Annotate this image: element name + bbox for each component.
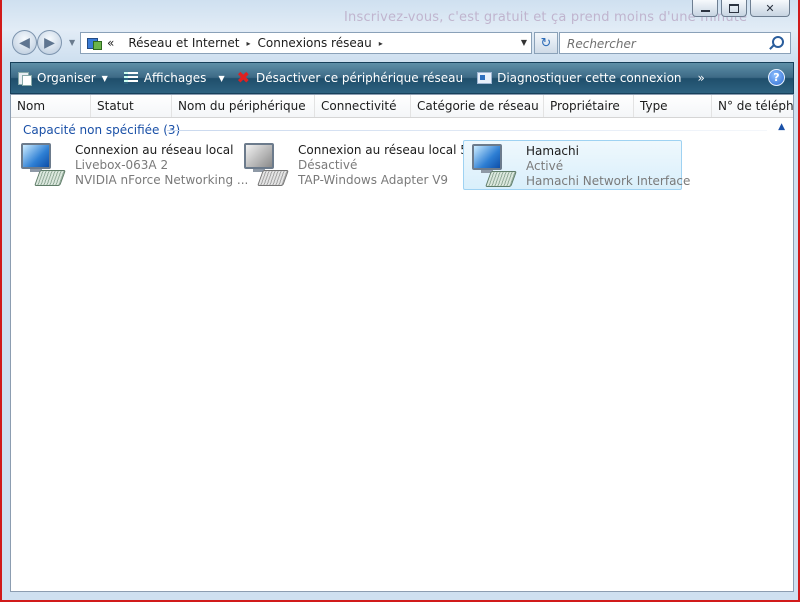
navigation-bar: ◀ ▶ ▼ « Réseau et Internet ▸ Connexions … bbox=[12, 30, 792, 58]
search-input[interactable] bbox=[565, 34, 769, 54]
column-header-proprietaire[interactable]: Propriétaire bbox=[544, 95, 634, 117]
collapse-group-icon[interactable]: ▲ bbox=[778, 122, 785, 132]
chevron-down-icon: ▼ bbox=[101, 73, 108, 83]
column-header-categorie[interactable]: Catégorie de réseau bbox=[411, 95, 544, 117]
organiser-label: Organiser bbox=[37, 71, 96, 85]
help-icon: ? bbox=[773, 71, 780, 84]
connection-device: NVIDIA nForce Networking ... bbox=[75, 173, 249, 187]
refresh-icon: ↻ bbox=[540, 35, 552, 51]
network-connection-icon bbox=[472, 144, 517, 188]
back-button[interactable]: ◀ bbox=[12, 30, 37, 55]
column-headers: Nom Statut Nom du périphérique Connectiv… bbox=[11, 95, 793, 118]
maximize-button[interactable] bbox=[721, 0, 747, 17]
column-header-statut[interactable]: Statut bbox=[91, 95, 172, 117]
connection-name: Connexion au réseau local bbox=[75, 143, 234, 157]
column-header-telephone[interactable]: N° de téléph... bbox=[712, 95, 793, 117]
diagnose-icon bbox=[477, 71, 493, 85]
breadcrumb-separator-icon[interactable]: ▸ bbox=[379, 39, 383, 48]
connection-name: Hamachi bbox=[526, 144, 579, 158]
network-connection-icon bbox=[21, 143, 66, 187]
forward-arrow-icon: ▶ bbox=[44, 34, 55, 51]
diagnose-connection-button[interactable]: Diagnostiquer cette connexion bbox=[471, 63, 687, 93]
connection-name: Connexion au réseau local 5 bbox=[298, 143, 468, 157]
connection-item[interactable]: Connexion au réseau local Livebox-063A 2… bbox=[13, 140, 248, 190]
column-header-peripherique[interactable]: Nom du périphérique bbox=[172, 95, 315, 117]
breadcrumb-overflow[interactable]: « bbox=[107, 36, 114, 50]
affichages-label: Affichages bbox=[143, 71, 207, 85]
recent-pages-dropdown[interactable]: ▼ bbox=[69, 38, 75, 47]
address-bar[interactable]: « Réseau et Internet ▸ Connexions réseau… bbox=[80, 32, 532, 54]
connection-item[interactable]: Connexion au réseau local 5 Désactivé TA… bbox=[236, 140, 468, 190]
breadcrumb-separator-icon[interactable]: ▸ bbox=[246, 39, 250, 48]
forward-button[interactable]: ▶ bbox=[37, 30, 62, 55]
connection-status: Livebox-063A 2 bbox=[75, 158, 169, 172]
search-icon[interactable] bbox=[772, 36, 784, 48]
address-dropdown-icon[interactable]: ▼ bbox=[521, 38, 527, 47]
minimize-icon bbox=[700, 10, 710, 12]
disable-device-label: Désactiver ce périphérique réseau bbox=[256, 71, 464, 85]
column-header-connectivite[interactable]: Connectivité bbox=[315, 95, 411, 117]
double-chevron-icon: » bbox=[697, 71, 705, 85]
views-icon bbox=[123, 71, 138, 85]
connection-device: Hamachi Network Interface bbox=[526, 174, 691, 188]
connection-item-selected[interactable]: Hamachi Activé Hamachi Network Interface bbox=[463, 140, 690, 190]
connection-status: Activé bbox=[526, 159, 564, 173]
refresh-button[interactable]: ↻ bbox=[534, 32, 558, 54]
network-folder-icon bbox=[86, 36, 102, 50]
disable-device-button[interactable]: ✖ Désactiver ce périphérique réseau bbox=[231, 63, 470, 93]
column-header-type[interactable]: Type bbox=[634, 95, 712, 117]
close-button[interactable]: ✕ bbox=[750, 0, 790, 17]
column-header-nom[interactable]: Nom bbox=[11, 95, 91, 117]
background-ad-text: Inscrivez-vous, c'est gratuit et ça pren… bbox=[344, 10, 748, 25]
diagnose-label: Diagnostiquer cette connexion bbox=[497, 71, 682, 85]
group-header[interactable]: Capacité non spécifiée (3) bbox=[23, 123, 180, 137]
connection-device: TAP-Windows Adapter V9 bbox=[298, 173, 449, 187]
back-arrow-icon: ◀ bbox=[19, 34, 30, 51]
help-button[interactable]: ? bbox=[768, 69, 785, 86]
more-commands-button[interactable]: » bbox=[688, 63, 711, 93]
disable-x-icon: ✖ bbox=[236, 68, 250, 87]
affichages-button[interactable]: Affichages ▼ bbox=[118, 63, 231, 93]
breadcrumb-item-reseau-internet[interactable]: Réseau et Internet bbox=[128, 36, 239, 50]
group-divider bbox=[167, 130, 767, 131]
search-box[interactable] bbox=[559, 32, 791, 54]
minimize-button[interactable] bbox=[692, 0, 718, 17]
organize-icon bbox=[17, 71, 32, 86]
command-toolbar: Organiser ▼ Affichages ▼ ✖ Désactiver ce… bbox=[10, 62, 794, 94]
file-list-pane: Nom Statut Nom du périphérique Connectiv… bbox=[10, 94, 794, 592]
chevron-down-icon: ▼ bbox=[218, 73, 225, 83]
organiser-button[interactable]: Organiser ▼ bbox=[11, 63, 114, 93]
window-controls: ✕ bbox=[692, 0, 790, 17]
network-connection-disabled-icon bbox=[244, 143, 289, 187]
close-icon: ✕ bbox=[765, 1, 775, 15]
connection-status: Désactivé bbox=[298, 158, 358, 172]
explorer-window: Inscrivez-vous, c'est gratuit et ça pren… bbox=[0, 0, 800, 602]
breadcrumb-item-connexions-reseau[interactable]: Connexions réseau bbox=[258, 36, 372, 50]
maximize-icon bbox=[729, 3, 739, 13]
